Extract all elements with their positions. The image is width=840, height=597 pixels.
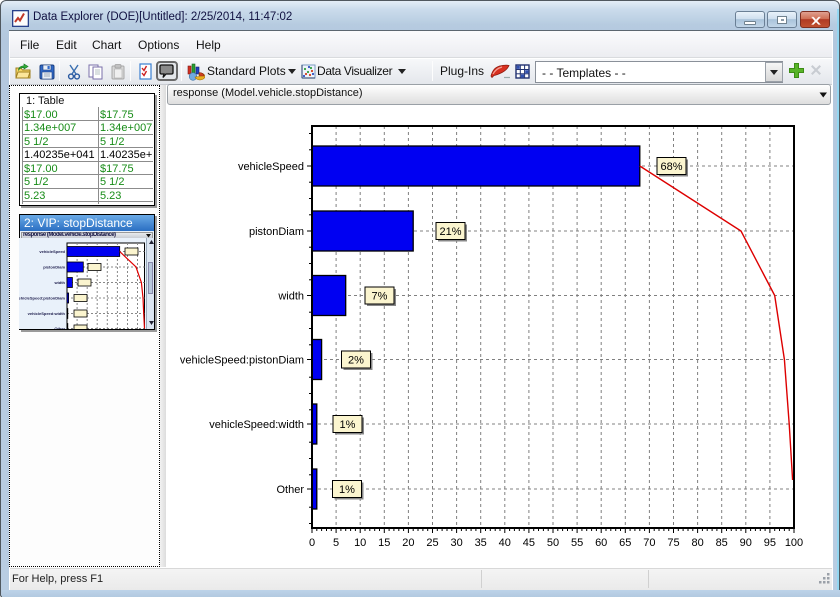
- svg-text:vehicleSpeed:width: vehicleSpeed:width: [209, 419, 304, 431]
- svg-text:width: width: [54, 280, 66, 285]
- svg-text:Other: Other: [276, 484, 304, 496]
- svg-text:1%: 1%: [340, 419, 356, 431]
- svg-text:55: 55: [571, 537, 583, 549]
- svg-text:pistonDiam: pistonDiam: [249, 226, 304, 238]
- svg-text:95: 95: [764, 537, 776, 549]
- svg-text:vehicleSpeed:width: vehicleSpeed:width: [28, 311, 66, 316]
- svg-text:80: 80: [691, 537, 703, 549]
- svg-text:2%: 2%: [348, 355, 364, 367]
- svg-text:50: 50: [547, 537, 559, 549]
- svg-text:90: 90: [740, 537, 752, 549]
- svg-text:vehicleSpeed:pistonDiam: vehicleSpeed:pistonDiam: [180, 355, 304, 367]
- svg-text:75: 75: [667, 537, 679, 549]
- svg-text:60: 60: [595, 537, 607, 549]
- svg-text:35: 35: [475, 537, 487, 549]
- svg-text:40: 40: [499, 537, 511, 549]
- svg-text:0: 0: [309, 537, 315, 549]
- svg-text:width: width: [277, 291, 304, 303]
- svg-text:vehicleSpeed: vehicleSpeed: [39, 249, 65, 254]
- svg-text:68%: 68%: [660, 161, 682, 173]
- svg-text:10: 10: [354, 537, 366, 549]
- svg-text:45: 45: [523, 537, 535, 549]
- svg-text:65: 65: [619, 537, 631, 549]
- svg-text:pistonDiam: pistonDiam: [43, 265, 65, 270]
- svg-text:vehicleSpeed:pistonDiam: vehicleSpeed:pistonDiam: [19, 296, 65, 301]
- svg-text:vehicleSpeed: vehicleSpeed: [238, 161, 304, 173]
- svg-text:85: 85: [716, 537, 728, 549]
- svg-text:Other: Other: [54, 326, 65, 329]
- svg-text:100: 100: [785, 537, 803, 549]
- svg-text:25: 25: [426, 537, 438, 549]
- svg-text:7%: 7%: [372, 291, 388, 303]
- svg-text:70: 70: [643, 537, 655, 549]
- svg-text:1%: 1%: [339, 484, 355, 496]
- svg-text:21%: 21%: [439, 226, 461, 238]
- svg-text:20: 20: [402, 537, 414, 549]
- svg-text:15: 15: [378, 537, 390, 549]
- svg-text:5: 5: [333, 537, 339, 549]
- svg-text:30: 30: [450, 537, 462, 549]
